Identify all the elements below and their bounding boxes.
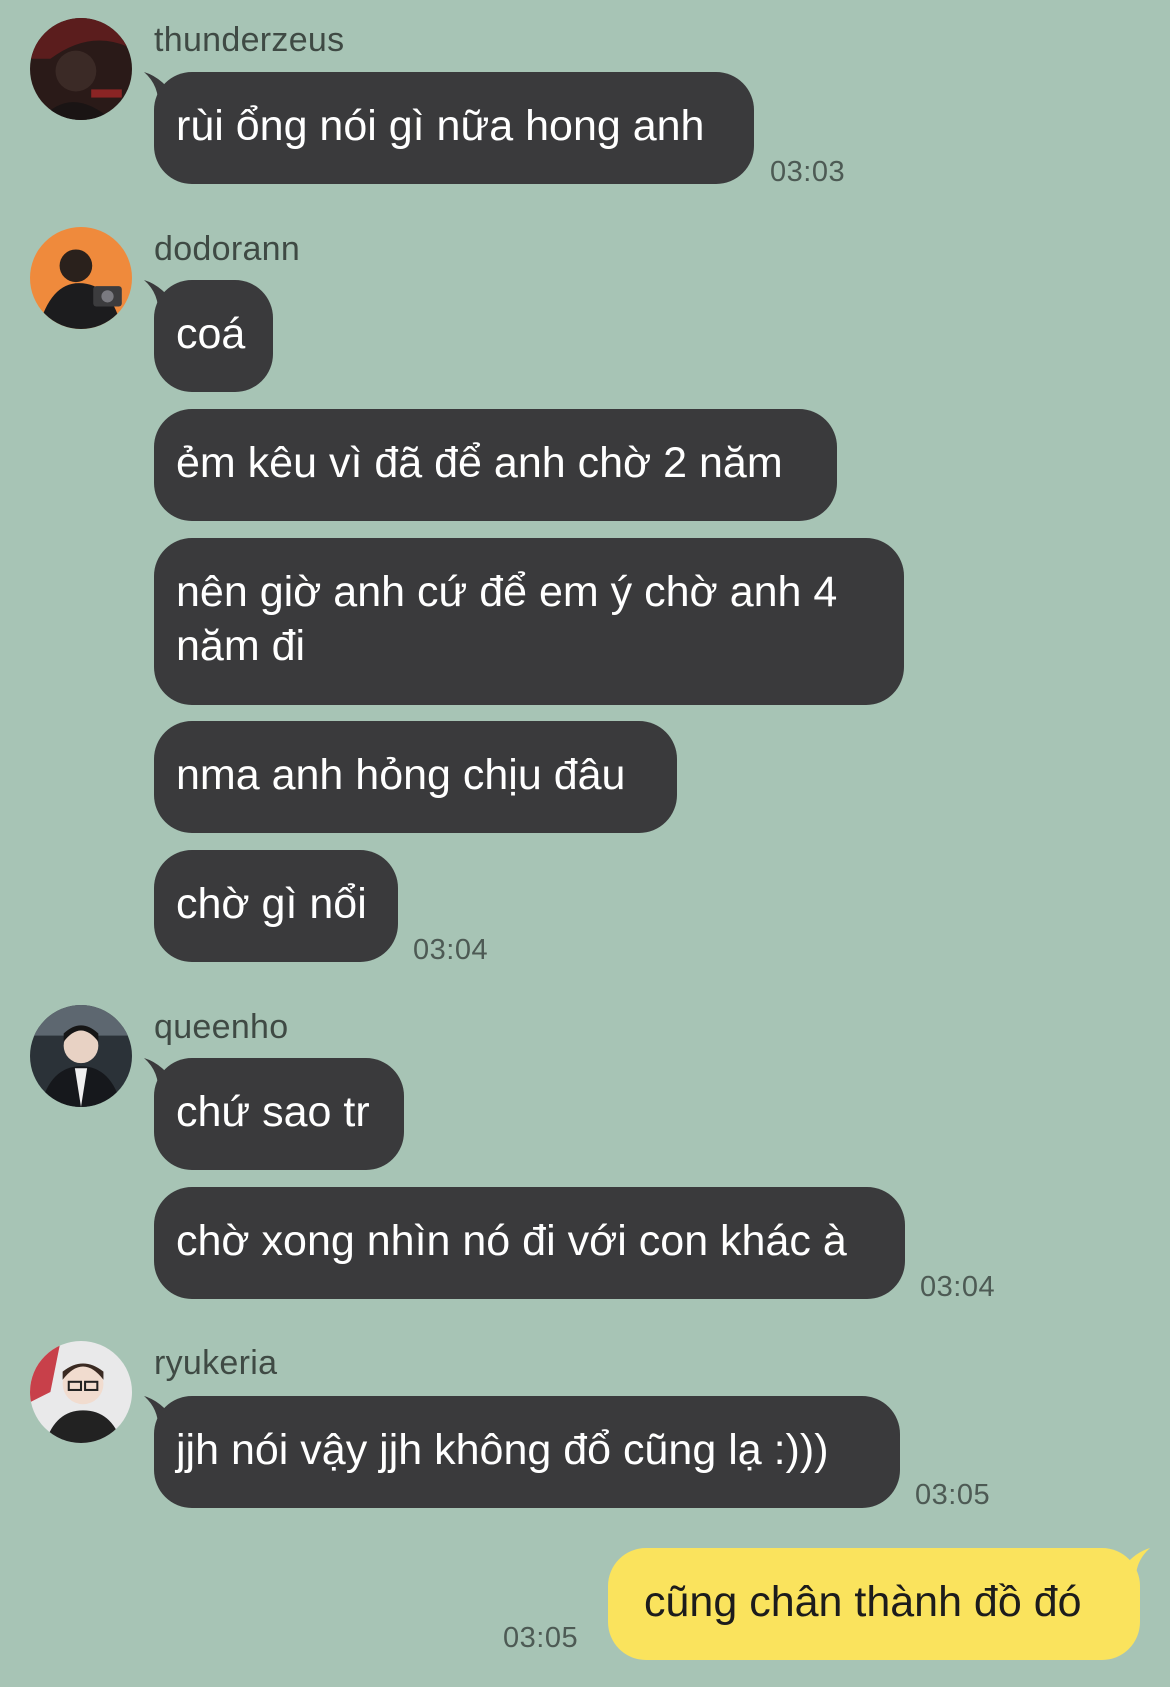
- user-avatar-icon: [30, 1341, 132, 1443]
- message-bubble[interactable]: ẻm kêu vì đã để anh chờ 2 năm: [154, 409, 837, 521]
- message-bubble[interactable]: chờ gì nổi: [154, 850, 398, 962]
- sender-name: ryukeria: [154, 1344, 278, 1382]
- sender-name: queenho: [154, 1008, 289, 1046]
- avatar-ryukeria[interactable]: [30, 1341, 132, 1443]
- message-text: chứ sao tr: [176, 1088, 370, 1136]
- message-bubble[interactable]: chứ sao tr: [144, 1058, 404, 1170]
- message-text: coá: [176, 310, 246, 358]
- message-text: jjh nói vậy jjh không đổ cũng lạ :))): [176, 1426, 829, 1474]
- bubble-tail: [1116, 1548, 1150, 1584]
- outgoing-message-bubble[interactable]: cũng chân thành đồ đó: [608, 1548, 1150, 1660]
- message-timestamp: 03:05: [503, 1622, 579, 1654]
- user-avatar-icon: [30, 1005, 132, 1107]
- message-text: nma anh hỏng chịu đâu: [176, 751, 626, 799]
- sender-name: dodorann: [154, 230, 301, 268]
- message-timestamp: 03:04: [920, 1271, 996, 1303]
- message-bubble[interactable]: coá: [144, 280, 273, 392]
- message-timestamp: 03:03: [770, 156, 846, 188]
- avatar-thunderzeus[interactable]: [30, 18, 132, 120]
- message-bubble[interactable]: nên giờ anh cứ để em ý chờ anh 4 năm đi: [154, 538, 904, 705]
- message-bubble[interactable]: rùi ổng nói gì nữa hong anh: [144, 72, 754, 184]
- user-avatar-icon: [30, 18, 132, 120]
- avatar-queenho[interactable]: [30, 1005, 132, 1107]
- message-timestamp: 03:04: [413, 934, 489, 966]
- message-timestamp: 03:05: [915, 1479, 991, 1511]
- bubble-tail: [144, 280, 178, 316]
- message-bubble[interactable]: nma anh hỏng chịu đâu: [154, 721, 677, 833]
- user-avatar-icon: [30, 227, 132, 329]
- message-text: ẻm kêu vì đã để anh chờ 2 năm: [176, 439, 783, 487]
- message-bubble[interactable]: jjh nói vậy jjh không đổ cũng lạ :))): [144, 1396, 900, 1508]
- message-text: chờ gì nổi: [176, 880, 367, 928]
- message-text: chờ xong nhìn nó đi với con khác à: [176, 1217, 847, 1265]
- message-text: rùi ổng nói gì nữa hong anh: [176, 102, 705, 150]
- sender-name: thunderzeus: [154, 21, 345, 59]
- message-text: nên giờ anh cứ để em ý chờ anh 4 năm đi: [176, 568, 838, 670]
- bubble-tail: [144, 1058, 178, 1094]
- bubble-tail: [144, 1396, 178, 1432]
- message-bubble[interactable]: chờ xong nhìn nó đi với con khác à: [154, 1187, 905, 1299]
- bubble-tail: [144, 72, 178, 108]
- message-text: cũng chân thành đồ đó: [644, 1578, 1082, 1626]
- avatar-dodorann[interactable]: [30, 227, 132, 329]
